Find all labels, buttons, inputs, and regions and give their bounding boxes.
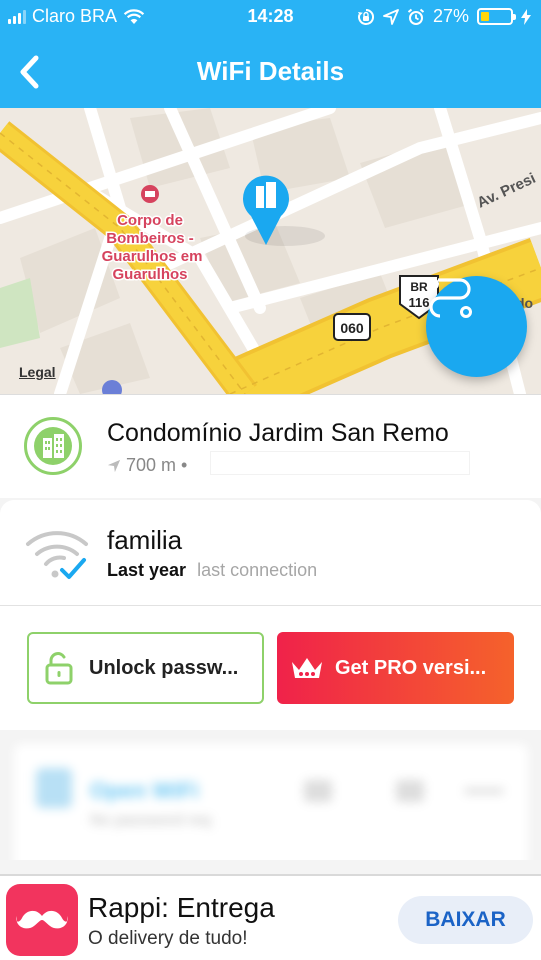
alarm-icon xyxy=(407,8,425,25)
ad-app-icon xyxy=(6,884,78,956)
battery-percent: 27% xyxy=(432,6,469,26)
separator-dot: • xyxy=(181,455,188,475)
ad-download-button[interactable]: BAIXAR xyxy=(398,896,533,944)
directions-button[interactable] xyxy=(426,276,527,377)
nav-bar: WiFi Details xyxy=(0,34,541,108)
status-left: Claro BRA xyxy=(8,6,145,27)
get-pro-label: Get PRO versi... xyxy=(335,656,487,679)
battery-icon xyxy=(477,8,516,25)
network-ssid: familia xyxy=(107,525,183,555)
last-connection-caption: last connection xyxy=(197,560,318,580)
poi-label-3: Guarulhos em xyxy=(102,248,203,265)
locked-content-area: Open WiFi No password req xyxy=(0,730,541,860)
status-bar: Claro BRA 14:28 27% xyxy=(0,0,541,34)
poi-label-2: Bombeiros - xyxy=(106,230,194,247)
blurred-network-card: Open WiFi No password req xyxy=(14,744,528,860)
location-arrow-icon xyxy=(107,459,121,472)
signal-icon xyxy=(8,9,26,24)
location-name: Condomínio Jardim San Remo xyxy=(107,419,449,447)
wifi-icon xyxy=(123,8,145,24)
ad-banner[interactable]: Rappi: Entrega O delivery de tudo! BAIXA… xyxy=(0,874,541,960)
unlock-password-label: Unlock passw... xyxy=(89,656,239,679)
route-060-shield: 060 xyxy=(333,313,371,341)
svg-text:060: 060 xyxy=(340,320,364,336)
charging-icon xyxy=(521,8,531,25)
blurred-decoration xyxy=(304,780,332,802)
last-connection-value: Last year xyxy=(107,560,187,580)
chevron-left-icon xyxy=(20,55,39,89)
blurred-decoration xyxy=(464,788,504,794)
blurred-title: Open WiFi xyxy=(90,778,199,803)
poi-label-4: Guarulhos xyxy=(112,266,187,283)
route-icon xyxy=(427,278,472,318)
location-arrow-icon xyxy=(383,8,399,25)
blurred-subtitle: No password req xyxy=(90,812,211,829)
network-card[interactable]: familia Last year last connection xyxy=(0,500,541,606)
page-title: WiFi Details xyxy=(196,56,345,86)
carrier-label: Claro BRA xyxy=(32,6,118,26)
blurred-icon xyxy=(36,768,72,808)
crown-icon xyxy=(292,658,322,678)
blurred-decoration xyxy=(396,780,424,802)
wifi-check-icon xyxy=(26,531,88,579)
unlock-icon xyxy=(45,652,73,685)
redacted-address xyxy=(210,451,470,475)
mustache-icon xyxy=(16,910,68,929)
poi-label-1: Corpo de xyxy=(117,212,183,229)
unlock-password-button[interactable]: Unlock passw... xyxy=(27,632,264,704)
get-pro-button[interactable]: Get PRO versi... xyxy=(277,632,514,704)
location-distance: 700 m xyxy=(126,455,177,475)
header-bar: Claro BRA 14:28 27% WiFi Details xyxy=(0,0,541,108)
legal-link[interactable]: Legal xyxy=(19,364,56,380)
ad-title: Rappi: Entrega xyxy=(88,892,275,923)
location-card[interactable]: Condomínio Jardim San Remo 700 m • xyxy=(0,394,541,498)
status-right: 27% xyxy=(357,6,531,27)
map-view[interactable]: Corpo de Bombeiros - Guarulhos em Guarul… xyxy=(0,108,541,394)
back-button[interactable] xyxy=(14,52,46,92)
ad-subtitle: O delivery de tudo! xyxy=(88,928,248,949)
building-icon xyxy=(24,417,82,475)
battery-fill xyxy=(481,12,489,21)
action-row: Unlock passw... Get PRO versi... xyxy=(0,606,541,730)
location-distance-row: 700 m • xyxy=(107,455,187,476)
rotation-lock-icon xyxy=(357,8,374,25)
last-connection-row: Last year last connection xyxy=(107,560,317,581)
